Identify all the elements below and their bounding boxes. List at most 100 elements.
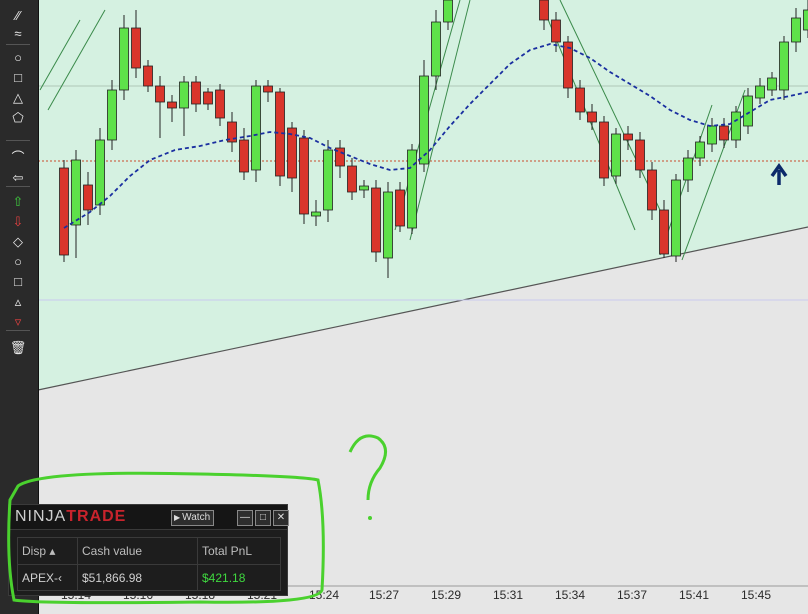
candle-body [803,9,808,31]
candle-body [755,85,765,99]
candle-body [647,169,657,211]
table-row[interactable]: APEX-‹ $51,866.98 $421.18 [18,564,280,591]
candle-body [311,211,321,217]
column-header-disp[interactable]: Disp ▴ [18,538,78,564]
arrow-up-icon[interactable]: ⇧ [4,194,32,210]
candle-body [215,89,225,119]
candle-body [95,139,105,206]
candle-body [59,167,69,256]
account-name: APEX-‹ [18,565,78,591]
candle-body [359,185,369,191]
toolbar-separator [6,44,30,45]
time-axis-label: 15:41 [678,588,710,602]
arrow-left-icon[interactable]: ⇦ [4,170,32,186]
triangle-down-icon[interactable]: ▿ [4,314,32,330]
time-axis-label: 15:27 [368,588,400,602]
time-axis-label: 15:37 [616,588,648,602]
candle-body [299,137,309,215]
candle-body [695,141,705,159]
candle-body [671,179,681,257]
candle-body [659,209,669,255]
candle-body [143,65,153,87]
candle-body [191,81,201,105]
account-table: Disp ▴ Cash value Total PnL APEX-‹ $51,8… [17,537,281,591]
candle-body [551,19,561,43]
logo-prefix: NINJA [15,508,67,525]
toolbar-separator [6,140,30,141]
account-panel-titlebar[interactable]: NINJATRADE ▶ Watch — □ ✕ [9,505,289,530]
candle-body [719,125,729,141]
candle-body [743,95,753,127]
candle-body [251,85,261,171]
table-header: Disp ▴ Cash value Total PnL [18,538,280,564]
rectangle-icon[interactable]: □ [4,70,32,86]
candle-body [107,89,117,141]
candle-body [407,149,417,229]
maximize-button[interactable]: □ [255,510,271,526]
cash-value: $51,866.98 [78,565,198,591]
candle-body [587,111,597,123]
watch-button[interactable]: ▶ Watch [171,510,215,526]
triangle-icon[interactable]: △ [4,90,32,106]
candle-body [383,191,393,259]
account-panel[interactable]: NINJATRADE ▶ Watch — □ ✕ Disp ▴ Cash valu… [8,504,289,596]
toolbar-separator [6,186,30,187]
candle-body [791,17,801,43]
diamond-icon[interactable]: ◇ [4,234,32,250]
column-header-cash-value[interactable]: Cash value [78,538,198,564]
candle-body [611,133,621,177]
candle-body [683,157,693,181]
candle-body [167,101,177,109]
candle-body [83,184,93,211]
time-axis-label: 15:31 [492,588,524,602]
candle-body [179,81,189,109]
candle-body [347,165,357,193]
time-axis-label: 15:29 [430,588,462,602]
line-icon[interactable]: ⁄⁄ [4,8,32,24]
candle-body [371,187,381,253]
time-axis-label: 15:45 [740,588,772,602]
candle-body [539,0,549,21]
candle-body [575,87,585,113]
ninjatrader-logo: NINJATRADE [15,508,126,526]
candle-body [323,149,333,211]
candle-body [635,139,645,171]
candle-body [563,41,573,89]
candle-body [119,27,129,91]
minimize-button[interactable]: — [237,510,253,526]
close-button[interactable]: ✕ [273,510,289,526]
candle-body [431,21,441,77]
wave-icon[interactable]: ≈ [4,26,32,42]
arrow-down-icon[interactable]: ⇩ [4,214,32,230]
candle-body [263,85,273,93]
toolbar-separator [6,330,30,331]
candle-body [71,159,81,226]
candle-body [155,85,165,103]
candle-body [779,41,789,91]
logo-suffix: TRADE [66,508,127,525]
candle-body [767,77,777,91]
candle-body [731,111,741,141]
candle-body [443,0,453,23]
total-pnl: $421.18 [202,571,246,585]
candle-body [599,121,609,179]
candle-body [419,75,429,165]
triangle-small-icon[interactable]: ▵ [4,294,32,310]
arc-icon[interactable]: ⌒ [4,150,32,166]
watch-label: Watch [182,512,211,523]
polygon-icon[interactable]: ⬠ [4,110,32,126]
candle-body [239,139,249,173]
candle-body [203,91,213,105]
candle-body [395,189,405,227]
column-header-total-pnl[interactable]: Total PnL [198,538,280,564]
time-axis-label: 15:24 [308,588,340,602]
dot-icon[interactable]: ○ [4,254,32,270]
candle-body [131,27,141,69]
time-axis-label: 15:34 [554,588,586,602]
candle-body [623,133,633,141]
square-icon[interactable]: □ [4,274,32,290]
candle-body [707,125,717,145]
circle-icon[interactable]: ○ [4,50,32,66]
trash-icon[interactable]: 🗑 [4,340,32,356]
play-icon: ▶ [174,513,181,522]
